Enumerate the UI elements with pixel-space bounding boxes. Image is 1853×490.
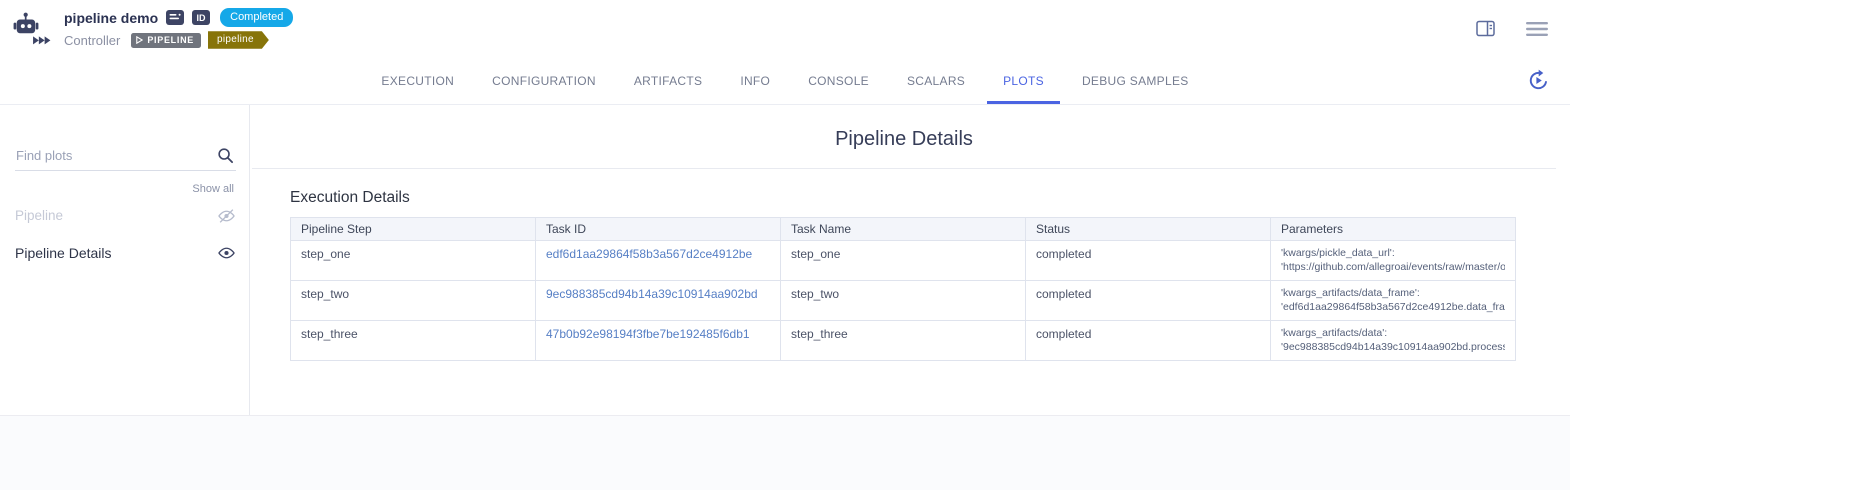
table-header-row: Pipeline Step Task ID Task Name Status P… bbox=[291, 218, 1516, 241]
table-row: step_one edf6d1aa29864f58b3a567d2ce4912b… bbox=[291, 241, 1516, 281]
task-id-link[interactable]: edf6d1aa29864f58b3a567d2ce4912be bbox=[546, 247, 752, 261]
plot-widget: Pipeline Details Execution Details Pipel… bbox=[252, 105, 1556, 361]
controller-label: Controller bbox=[64, 33, 120, 48]
details-panel-toggle-icon[interactable] bbox=[1476, 20, 1495, 37]
task-id-link[interactable]: 47b0b92e98194f3fbe7be192485f6db1 bbox=[546, 327, 750, 341]
section-title: Execution Details bbox=[290, 189, 1516, 207]
table-row: step_three 47b0b92e98194f3fbe7be192485f6… bbox=[291, 321, 1516, 361]
cell-task-id: edf6d1aa29864f58b3a567d2ce4912be bbox=[536, 241, 781, 281]
cell-parameters: 'kwargs_artifacts/data_frame': 'edf6d1aa… bbox=[1271, 281, 1516, 321]
id-icon: ID bbox=[192, 10, 210, 25]
param-value: '9ec988385cd94b14a39c10914aa902bd.proces… bbox=[1281, 341, 1505, 355]
auto-refresh-icon[interactable] bbox=[1527, 69, 1550, 97]
cell-status: completed bbox=[1026, 241, 1271, 281]
sidebar-item-pipeline-details[interactable]: Pipeline Details bbox=[0, 236, 249, 269]
plot-body: Execution Details Pipeline Step Task ID … bbox=[252, 169, 1556, 361]
tabs: EXECUTION CONFIGURATION ARTIFACTS INFO C… bbox=[0, 57, 1570, 104]
id-icon-label: ID bbox=[197, 13, 207, 23]
app-root: pipeline demo ID Completed bbox=[0, 0, 1570, 490]
cell-task-id: 9ec988385cd94b14a39c10914aa902bd bbox=[536, 281, 781, 321]
column-header-parameters: Parameters bbox=[1271, 218, 1516, 241]
cell-pipeline-step: step_one bbox=[291, 241, 536, 281]
title-block: pipeline demo ID Completed bbox=[64, 8, 293, 49]
cell-task-name: step_two bbox=[781, 281, 1026, 321]
page-title: pipeline demo bbox=[64, 10, 158, 26]
cell-parameters: 'kwargs_artifacts/data': '9ec988385cd94b… bbox=[1271, 321, 1516, 361]
pipeline-type-badge-label: PIPELINE bbox=[147, 35, 194, 45]
eye-icon[interactable] bbox=[217, 245, 236, 261]
tab-plots[interactable]: PLOTS bbox=[987, 57, 1060, 104]
console-output-icon bbox=[166, 10, 184, 25]
cell-pipeline-step: step_two bbox=[291, 281, 536, 321]
plots-main: Pipeline Details Execution Details Pipel… bbox=[250, 105, 1570, 415]
param-key: 'kwargs_artifacts/data_frame': bbox=[1281, 287, 1505, 301]
task-id-link[interactable]: 9ec988385cd94b14a39c10914aa902bd bbox=[546, 287, 758, 301]
pipeline-robot-icon bbox=[10, 9, 54, 49]
tab-console[interactable]: CONSOLE bbox=[792, 57, 885, 104]
cell-task-name: step_one bbox=[781, 241, 1026, 281]
cell-status: completed bbox=[1026, 321, 1271, 361]
plot-title: Pipeline Details bbox=[252, 105, 1556, 169]
param-value: 'edf6d1aa29864f58b3a567d2ce4912be.data_f… bbox=[1281, 301, 1505, 315]
tab-execution[interactable]: EXECUTION bbox=[365, 57, 470, 104]
tab-info[interactable]: INFO bbox=[724, 57, 786, 104]
status-badge: Completed bbox=[220, 8, 293, 27]
cell-pipeline-step: step_three bbox=[291, 321, 536, 361]
table-row: step_two 9ec988385cd94b14a39c10914aa902b… bbox=[291, 281, 1516, 321]
header-actions bbox=[1476, 20, 1548, 37]
cell-parameters: 'kwargs/pickle_data_url': 'https://githu… bbox=[1271, 241, 1516, 281]
show-all-link[interactable]: Show all bbox=[15, 183, 234, 195]
content-area: Show all Pipeline Pipeline Details bbox=[0, 105, 1570, 415]
param-value: 'https://github.com/allegroai/events/raw… bbox=[1281, 261, 1505, 275]
bottom-strip bbox=[0, 415, 1570, 490]
tab-bar: EXECUTION CONFIGURATION ARTIFACTS INFO C… bbox=[0, 57, 1570, 105]
plot-item-label: Pipeline bbox=[15, 208, 63, 223]
eye-off-icon[interactable] bbox=[217, 208, 236, 224]
execution-details-table: Pipeline Step Task ID Task Name Status P… bbox=[290, 217, 1516, 361]
tab-artifacts[interactable]: ARTIFACTS bbox=[618, 57, 719, 104]
column-header-status: Status bbox=[1026, 218, 1271, 241]
cell-status: completed bbox=[1026, 281, 1271, 321]
cell-task-name: step_three bbox=[781, 321, 1026, 361]
tag-badge: pipeline bbox=[208, 31, 269, 49]
param-key: 'kwargs/pickle_data_url': bbox=[1281, 247, 1505, 261]
hamburger-menu-icon[interactable] bbox=[1526, 21, 1548, 37]
tab-debug-samples[interactable]: DEBUG SAMPLES bbox=[1066, 57, 1205, 104]
search-box bbox=[15, 144, 236, 171]
plots-sidebar: Show all Pipeline Pipeline Details bbox=[0, 105, 250, 415]
sidebar-item-pipeline[interactable]: Pipeline bbox=[0, 199, 249, 232]
param-key: 'kwargs_artifacts/data': bbox=[1281, 327, 1505, 341]
plot-item-label: Pipeline Details bbox=[15, 245, 112, 261]
column-header-task-name: Task Name bbox=[781, 218, 1026, 241]
cell-task-id: 47b0b92e98194f3fbe7be192485f6db1 bbox=[536, 321, 781, 361]
tab-configuration[interactable]: CONFIGURATION bbox=[476, 57, 612, 104]
tab-scalars[interactable]: SCALARS bbox=[891, 57, 981, 104]
header: pipeline demo ID Completed bbox=[0, 0, 1570, 57]
column-header-pipeline-step: Pipeline Step bbox=[291, 218, 536, 241]
pipeline-type-badge: PIPELINE bbox=[131, 33, 201, 48]
search-icon bbox=[217, 147, 234, 169]
column-header-task-id: Task ID bbox=[536, 218, 781, 241]
caret-right-icon bbox=[136, 36, 143, 44]
find-plots-input[interactable] bbox=[15, 144, 236, 171]
